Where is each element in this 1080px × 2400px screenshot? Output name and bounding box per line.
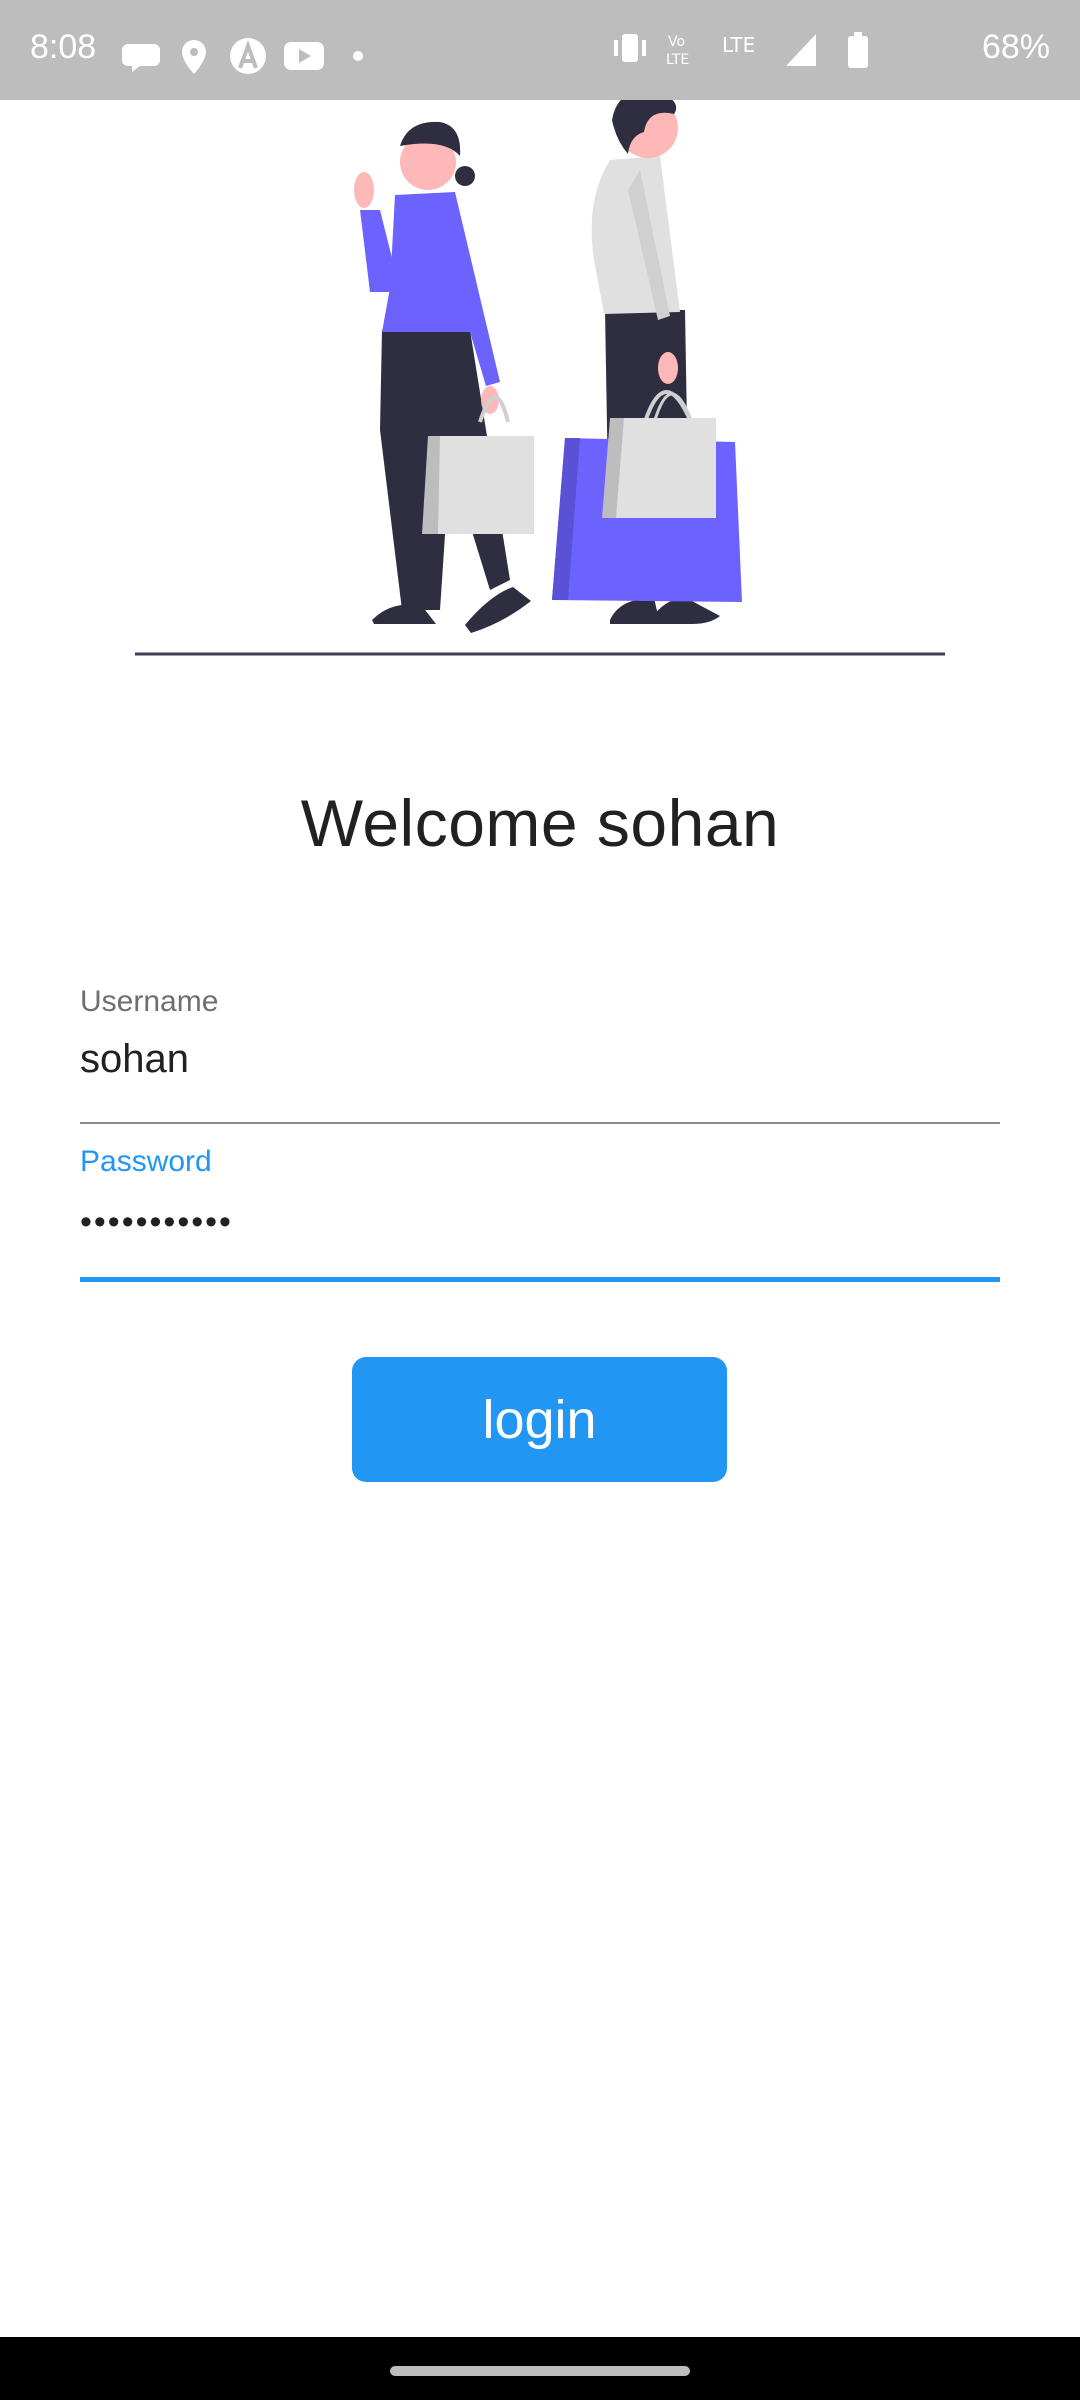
username-field[interactable]: Username sohan [80, 985, 1000, 1082]
arc-icon [230, 38, 266, 74]
login-button[interactable]: login [352, 1357, 727, 1482]
lte-icon: LTE [722, 33, 755, 57]
svg-text:LTE: LTE [666, 52, 689, 68]
username-underline [80, 1122, 1000, 1124]
youtube-icon [284, 42, 324, 70]
location-icon [182, 40, 206, 74]
shopping-illustration [135, 100, 945, 656]
password-underline [80, 1277, 1000, 1282]
password-field[interactable]: Password ••••••••••• [80, 1145, 1000, 1242]
chat-icon [122, 44, 160, 72]
username-input[interactable]: sohan [80, 1037, 1000, 1082]
status-time: 8:08 [30, 28, 97, 66]
woman-figure [354, 121, 534, 633]
navigation-bar [0, 2337, 1080, 2400]
battery-percent: 68% [981, 28, 1050, 66]
status-bar: 8:08 Vo LTE LTE 68% [0, 0, 1080, 100]
status-right-icons: Vo LTE LTE [614, 32, 868, 68]
password-input[interactable]: ••••••••••• [80, 1203, 1000, 1242]
signal-icon [786, 34, 816, 66]
dot-icon [353, 51, 363, 61]
battery-icon [848, 32, 868, 68]
status-left-icons [122, 38, 363, 74]
password-label: Password [80, 1145, 212, 1178]
svg-text:Vo: Vo [668, 34, 685, 50]
vibrate-icon [614, 34, 646, 62]
volte-icon: Vo LTE [666, 34, 689, 68]
welcome-title: Welcome sohan [300, 786, 780, 860]
home-gesture-handle[interactable] [390, 2366, 690, 2376]
man-figure [552, 100, 742, 624]
username-label: Username [80, 985, 219, 1018]
